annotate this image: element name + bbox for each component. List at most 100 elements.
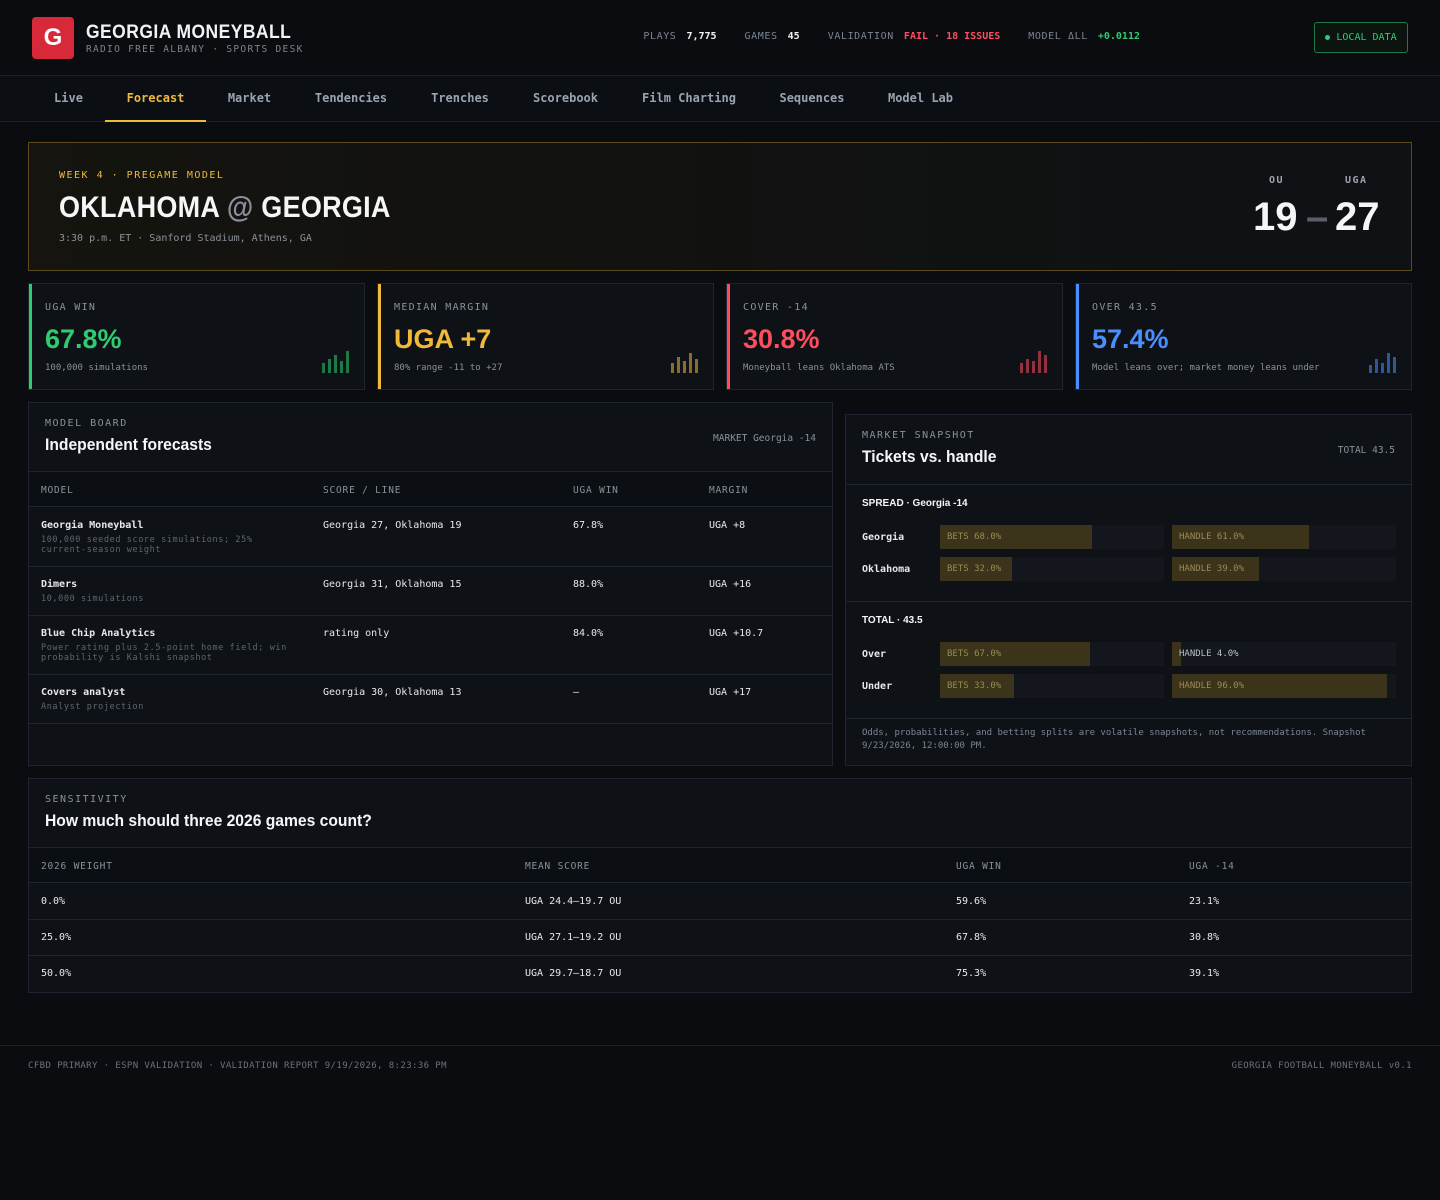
market-snapshot-panel: MARKET SNAPSHOT Tickets vs. handle TOTAL…	[845, 414, 1412, 766]
model-note: 100,000 seeded score simulations; 25% cu…	[41, 535, 253, 555]
local-data-label: LOCAL DATA	[1336, 32, 1397, 43]
sensitivity-panel: SENSITIVITY How much should three 2026 g…	[28, 778, 1412, 993]
footer-sources: CFBD PRIMARY · ESPN VALIDATION · VALIDAT…	[28, 1061, 447, 1071]
stat-plays: PLAYS 7,775	[643, 31, 717, 42]
stat-model-delta: MODEL ΔLL +0.0112	[1028, 31, 1140, 42]
brand-subtitle: RADIO FREE ALBANY · SPORTS DESK	[86, 44, 304, 55]
cover-cell: 30.8%	[1189, 932, 1220, 943]
handle-bar-label: HANDLE 61.0%	[1179, 532, 1245, 542]
kpi-card-win: UGA WIN 67.8% 100,000 simulations	[28, 283, 365, 390]
win-cell: 59.6%	[956, 896, 987, 907]
nav-tabs: Live Forecast Market Tendencies Trenches…	[0, 76, 1440, 122]
column-header: 2026 WEIGHT	[41, 861, 113, 872]
split-team: Under	[862, 681, 893, 692]
game-meta: 3:30 p.m. ET · Sanford Stadium, Athens, …	[59, 233, 312, 244]
bets-bar: BETS 68.0%	[940, 525, 1164, 549]
home-abbr: UGA	[1345, 175, 1368, 186]
sensitivity-title: How much should three 2026 games count?	[45, 811, 372, 830]
local-data-button[interactable]: LOCAL DATA	[1314, 22, 1408, 53]
model-margin: UGA +17	[709, 687, 752, 698]
tab-live[interactable]: Live	[32, 76, 105, 122]
tab-model-lab[interactable]: Model Lab	[866, 76, 975, 122]
game-eyebrow: WEEK 4 · PREGAME MODEL	[59, 170, 225, 181]
kpi-accent	[1076, 284, 1079, 389]
top-bar: G GEORGIA MONEYBALL RADIO FREE ALBANY · …	[0, 0, 1440, 76]
tab-scorebook[interactable]: Scorebook	[511, 76, 620, 122]
tab-sequences[interactable]: Sequences	[758, 76, 866, 122]
kpi-accent	[29, 284, 32, 389]
kpi-label: OVER 43.5	[1092, 302, 1158, 313]
weight-cell: 50.0%	[41, 968, 72, 979]
projected-score: OU UGA 19 – 27	[1253, 173, 1383, 243]
bets-bar-label: BETS 68.0%	[947, 532, 1002, 542]
table-row[interactable]: 50.0% UGA 29.7–18.7 OU 75.3% 39.1%	[29, 956, 1411, 992]
win-cell: 67.8%	[956, 932, 987, 943]
table-row[interactable]: 25.0% UGA 27.1–19.2 OU 67.8% 30.8%	[29, 920, 1411, 956]
home-score: 27	[1335, 195, 1380, 239]
table-row[interactable]: Dimers 10,000 simulations Georgia 31, Ok…	[29, 567, 832, 616]
kpi-accent	[727, 284, 730, 389]
model-margin: UGA +8	[709, 520, 746, 531]
home-team: GEORGIA	[261, 191, 391, 224]
bets-bar: BETS 32.0%	[940, 557, 1164, 581]
column-header: MARGIN	[709, 485, 749, 496]
tab-forecast[interactable]: Forecast	[105, 76, 206, 122]
matchup-title: OKLAHOMA @ GEORGIA	[59, 191, 391, 225]
model-board-eyebrow: MODEL BOARD	[45, 418, 128, 429]
brand-logo: G	[32, 17, 74, 59]
table-row[interactable]: Georgia Moneyball 100,000 seeded score s…	[29, 508, 832, 567]
model-note: Analyst projection	[41, 702, 144, 712]
bets-bar-label: BETS 67.0%	[947, 649, 1002, 659]
column-header: UGA -14	[1189, 861, 1235, 872]
market-total: TOTAL 43.5	[1337, 445, 1395, 456]
kpi-sub: 100,000 simulations	[45, 363, 148, 373]
kpi-value: 67.8%	[45, 324, 122, 354]
model-board-title: Independent forecasts	[45, 435, 212, 454]
table-row[interactable]: 0.0% UGA 24.4–19.7 OU 59.6% 23.1%	[29, 884, 1411, 920]
header-stats: PLAYS 7,775 GAMES 45 VALIDATION FAIL · 18 I…	[643, 31, 1140, 42]
handle-bar: HANDLE 4.0%	[1172, 642, 1396, 666]
sensitivity-table-header: 2026 WEIGHT MEAN SCORE UGA WIN UGA -14	[29, 847, 1411, 883]
model-note: 10,000 simulations	[41, 594, 144, 604]
mean-score-cell: UGA 27.1–19.2 OU	[525, 932, 622, 943]
column-header: UGA WIN	[956, 861, 1002, 872]
game-header: WEEK 4 · PREGAME MODEL OKLAHOMA @ GEORGI…	[28, 142, 1412, 271]
split-team: Over	[862, 649, 887, 660]
cover-cell: 39.1%	[1189, 968, 1220, 979]
model-score: rating only	[323, 628, 390, 639]
stat-validation[interactable]: VALIDATION FAIL · 18 ISSUES	[828, 31, 1001, 42]
score-dash: –	[1306, 195, 1329, 239]
market-line: MARKET Georgia -14	[713, 433, 816, 444]
handle-bar-label: HANDLE 39.0%	[1179, 564, 1245, 574]
tab-trenches[interactable]: Trenches	[409, 76, 511, 122]
model-note: Power rating plus 2.5-point home field; …	[41, 643, 287, 663]
split-team: Oklahoma	[862, 564, 911, 575]
model-name: Dimers	[41, 579, 78, 590]
kpi-label: COVER -14	[743, 302, 809, 313]
column-header: MEAN SCORE	[525, 861, 591, 872]
kpi-value: 30.8%	[743, 324, 820, 354]
kpi-sub: Model leans over; market money leans und…	[1092, 363, 1320, 373]
stat-games: GAMES 45	[744, 31, 800, 42]
divider	[846, 718, 1411, 719]
mean-score-cell: UGA 24.4–19.7 OU	[525, 896, 622, 907]
kpi-sub: Moneyball leans Oklahoma ATS	[743, 363, 895, 373]
column-header: SCORE / LINE	[323, 485, 402, 496]
bets-bar: BETS 67.0%	[940, 642, 1164, 666]
win-cell: 75.3%	[956, 968, 987, 979]
footer-version: GEORGIA FOOTBALL MONEYBALL v0.1	[1231, 1061, 1412, 1071]
tab-film-charting[interactable]: Film Charting	[620, 76, 758, 122]
model-margin: UGA +16	[709, 579, 752, 590]
kpi-card-cover: COVER -14 30.8% Moneyball leans Oklahoma…	[726, 283, 1063, 390]
model-table-header: MODEL SCORE / LINE UGA WIN MARGIN	[29, 471, 832, 507]
tab-market[interactable]: Market	[206, 76, 293, 122]
handle-bar: HANDLE 96.0%	[1172, 674, 1396, 698]
model-board-panel: MODEL BOARD Independent forecasts MARKET…	[28, 402, 833, 766]
table-row[interactable]: Covers analyst Analyst projection Georgi…	[29, 675, 832, 724]
table-row[interactable]: Blue Chip Analytics Power rating plus 2.…	[29, 616, 832, 675]
handle-bar: HANDLE 61.0%	[1172, 525, 1396, 549]
kpi-value: UGA +7	[394, 324, 492, 354]
tab-tendencies[interactable]: Tendencies	[293, 76, 409, 122]
mean-score-cell: UGA 29.7–18.7 OU	[525, 968, 622, 979]
kpi-card-over: OVER 43.5 57.4% Model leans over; market…	[1075, 283, 1412, 390]
